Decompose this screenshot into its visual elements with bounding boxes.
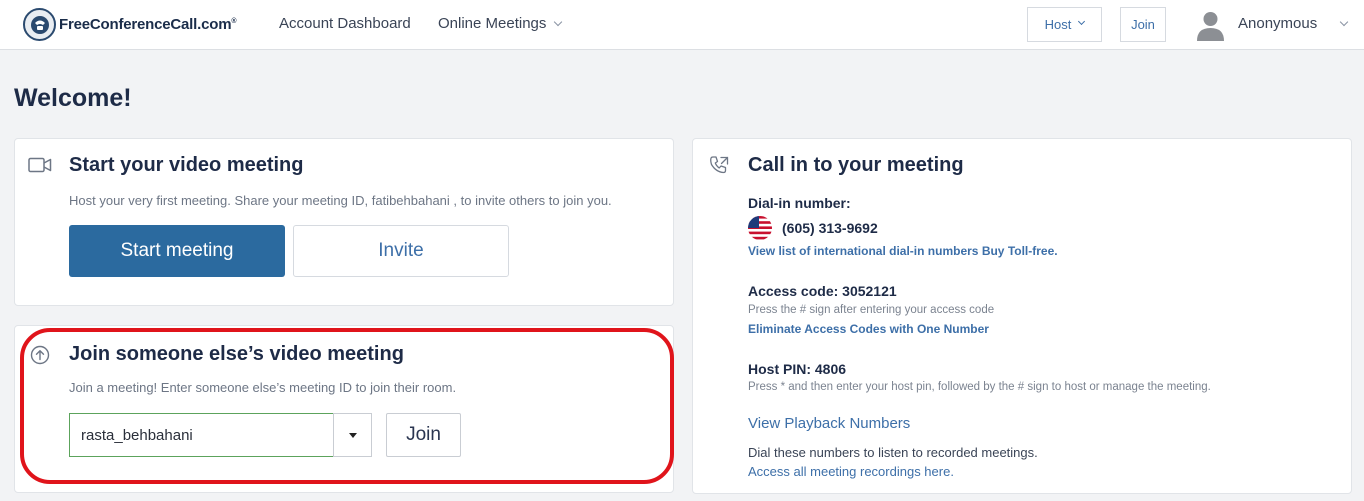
call-in-card: Call in to your meeting Dial-in number: … (692, 138, 1352, 494)
start-card-title: Start your video meeting (69, 154, 304, 176)
dial-in-label: Dial-in number: (748, 195, 851, 211)
eliminate-access-codes-link[interactable]: Eliminate Access Codes with One Number (748, 322, 989, 336)
join-top-button[interactable]: Join (1120, 7, 1166, 42)
host-pin-hint: Press * and then enter your host pin, fo… (748, 381, 1211, 393)
join-top-button-label: Join (1131, 17, 1155, 32)
access-code-hint: Press the # sign after entering your acc… (748, 304, 995, 316)
host-dropdown-button[interactable]: Host (1027, 7, 1102, 42)
playback-description: Dial these numbers to listen to recorded… (748, 445, 1038, 460)
phone-logo-icon (23, 8, 56, 41)
host-pin-label: Host PIN: 4806 (748, 361, 847, 377)
logo-text: FreeConferenceCall.com (59, 16, 232, 33)
view-playback-numbers-link[interactable]: View Playback Numbers (748, 415, 910, 432)
user-avatar-icon (1197, 12, 1224, 41)
join-card-title: Join someone else’s video meeting (69, 343, 404, 365)
dial-in-number: (605) 313-9692 (782, 220, 878, 236)
invite-button[interactable]: Invite (293, 225, 509, 277)
logo[interactable]: FreeConferenceCall.com® (23, 8, 236, 41)
join-card-description: Join a meeting! Enter someone else’s mee… (69, 380, 457, 395)
meeting-id-dropdown[interactable] (333, 413, 372, 457)
page-title: Welcome! (14, 84, 132, 112)
arrow-up-circle-icon (30, 345, 50, 365)
host-button-label: Host (1044, 17, 1072, 32)
nav-online-meetings[interactable]: Online Meetings (438, 15, 563, 32)
call-card-title: Call in to your meeting (748, 154, 964, 176)
user-name[interactable]: Anonymous (1238, 15, 1317, 32)
chevron-down-icon (554, 17, 563, 27)
avatar[interactable] (1194, 8, 1227, 41)
caret-down-icon (348, 432, 357, 438)
meeting-recordings-link[interactable]: Access all meeting recordings here. (748, 464, 954, 479)
join-video-meeting-card: Join someone else’s video meeting Join a… (14, 325, 674, 493)
video-camera-icon (28, 157, 52, 173)
nav-online-meetings-label: Online Meetings (438, 15, 547, 32)
chevron-down-icon[interactable] (1339, 17, 1349, 27)
start-meeting-button[interactable]: Start meeting (69, 225, 285, 277)
nav-account-dashboard[interactable]: Account Dashboard (279, 15, 411, 32)
access-code-label: Access code: 3052121 (748, 283, 897, 299)
international-numbers-link[interactable]: View list of international dial-in numbe… (748, 244, 1058, 258)
logo-registered-mark: ® (231, 18, 237, 25)
join-meeting-button[interactable]: Join (386, 413, 461, 457)
top-navbar: FreeConferenceCall.com® Account Dashboar… (0, 0, 1364, 50)
start-video-meeting-card: Start your video meeting Host your very … (14, 138, 674, 306)
phone-outgoing-icon (710, 156, 729, 174)
start-card-description: Host your very first meeting. Share your… (69, 193, 612, 208)
meeting-id-input[interactable] (69, 413, 333, 457)
chevron-down-icon (1078, 17, 1086, 26)
us-flag-icon (748, 216, 772, 240)
